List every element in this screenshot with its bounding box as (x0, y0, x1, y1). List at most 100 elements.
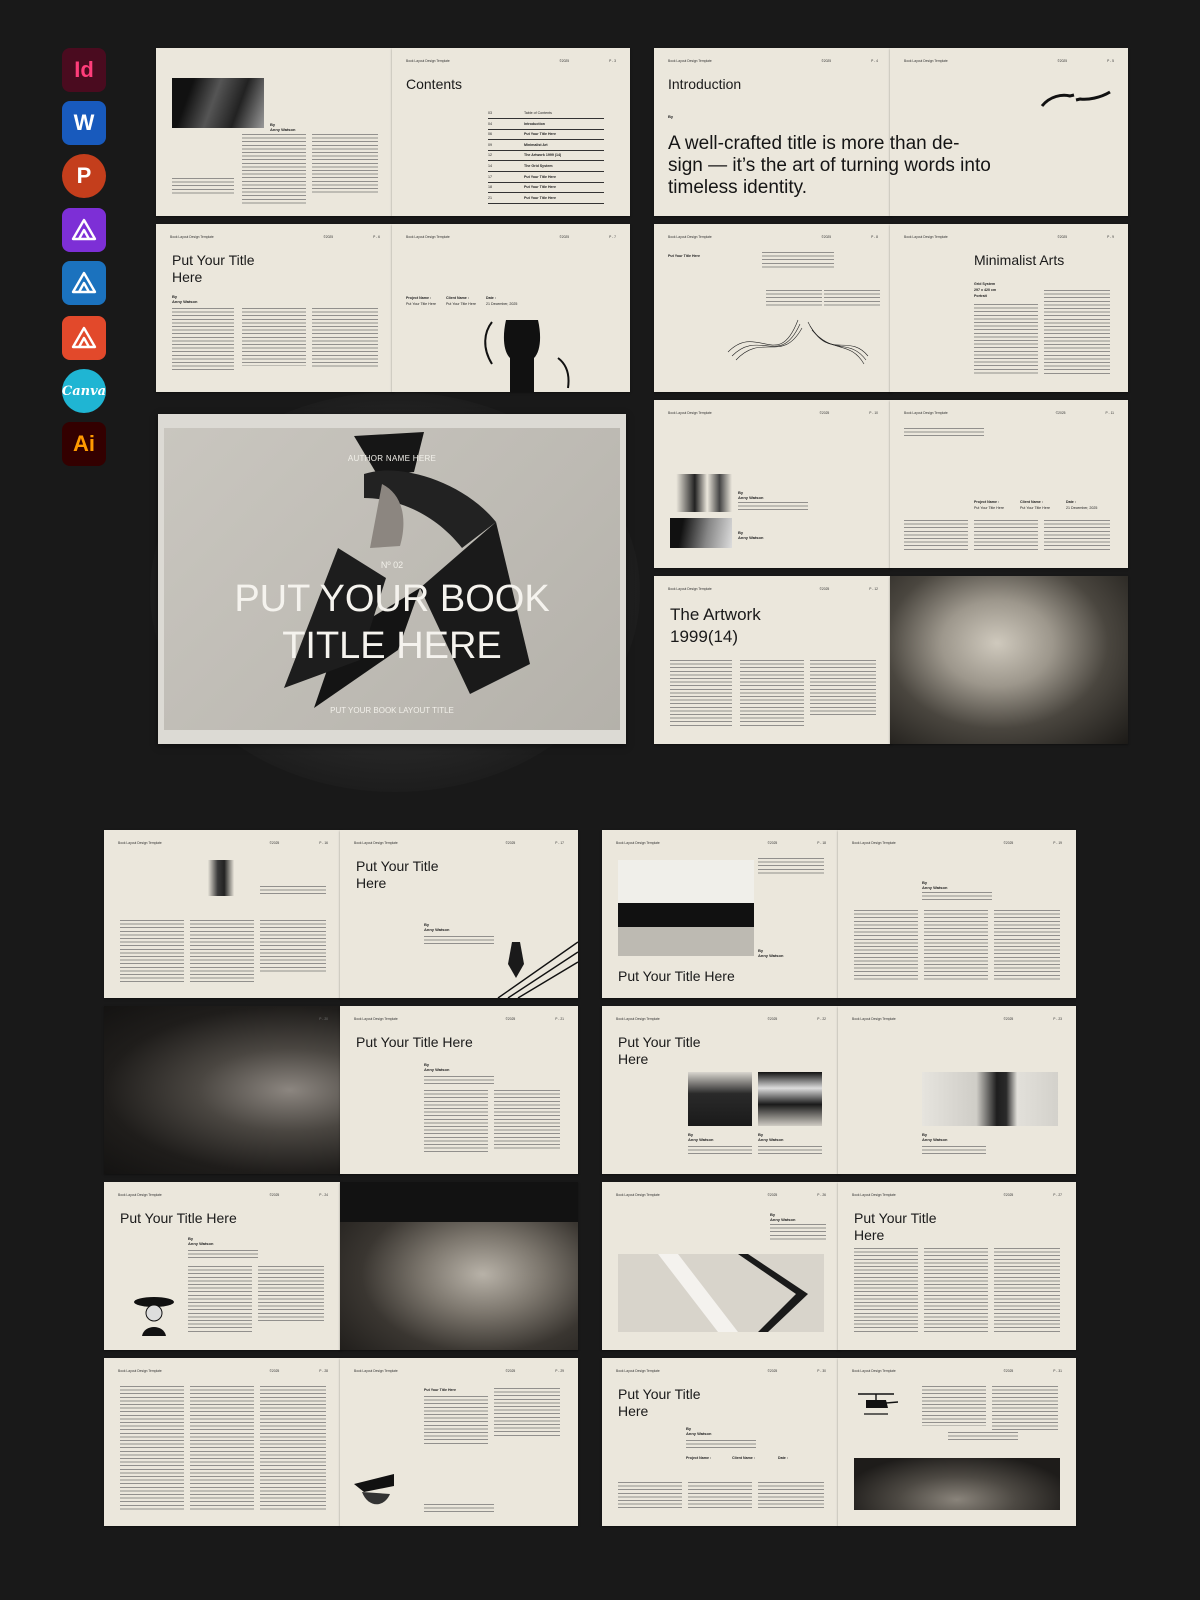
toc-entry-label: Put Your Title Here (524, 174, 556, 179)
body-text-col1 (854, 910, 918, 982)
year-label: ©2025 (1057, 59, 1068, 63)
template-label: Book Layout Design Template (118, 841, 162, 845)
body-text-col2 (494, 1090, 560, 1150)
page-19: Book Layout Design Template ©2025 P - 19 B… (838, 830, 1076, 998)
body-text-col2 (312, 134, 378, 194)
template-label: Book Layout Design Template (616, 1369, 660, 1373)
author-byline: By Anny Watson (424, 922, 450, 932)
page-11: Book Layout Design Template ©2025 P - 11 P… (890, 400, 1128, 568)
template-label: Book Layout Design Template (668, 587, 712, 591)
author-byline: By (668, 114, 674, 119)
fashion-photo (618, 860, 754, 956)
page-number: P - 12 (869, 587, 878, 591)
caption-text (922, 1146, 986, 1154)
author-byline: By Anny Watson (424, 1062, 450, 1072)
body-text-col1 (242, 134, 306, 206)
template-label: Book Layout Design Template (668, 235, 712, 239)
body-text-col3 (260, 920, 326, 974)
project-name-value: Put Your Title Here (974, 506, 1004, 510)
page-7: Book Layout Design Template ©2025 P - 7 Pr… (392, 224, 630, 392)
project-name-label: Project Name : (686, 1456, 712, 1460)
page-number: P - 24 (319, 1193, 328, 1197)
caption-text (758, 858, 824, 874)
contents-title: Contents (406, 76, 463, 92)
year-label: ©2025 (767, 841, 778, 845)
caption-text (188, 1250, 258, 1258)
toc-entry-label: Put Your Title Here (524, 185, 556, 190)
caption-text (948, 1432, 1018, 1440)
cover-subtitle: PUT YOUR BOOK LAYOUT TITLE (330, 706, 454, 715)
date-label: Date : (486, 296, 496, 300)
toc-row: 14 The Grid System (488, 161, 604, 172)
toc-row: 18 Put Your Title Here (488, 182, 604, 194)
page-number: P - 5 (1107, 59, 1114, 63)
caption-text-1 (738, 502, 808, 512)
affinity-publisher-icon (62, 208, 106, 252)
year-label: ©2025 (1003, 1193, 1014, 1197)
page-9: Book Layout Design Template ©2025 P - 9 Mi… (890, 224, 1128, 392)
body-text-col3 (810, 660, 876, 716)
body-text-col3 (1044, 520, 1110, 552)
word-icon: W (62, 101, 106, 145)
page-24: Book Layout Design Template ©2025 P - 24 P… (104, 1182, 342, 1350)
silhouette-hands-illustration (484, 320, 570, 392)
year-label: ©2025 (269, 841, 280, 845)
page-25-blonde-photo (340, 1182, 578, 1350)
abstract-paper-art (618, 1254, 824, 1332)
year-label: ©2025 (767, 1369, 778, 1373)
body-text-col1 (120, 920, 184, 984)
caption-text (922, 892, 992, 900)
author-byline: By Anny Watson (270, 122, 296, 132)
page-number: P - 23 (1053, 1017, 1062, 1021)
page-2: By Anny Watson (156, 48, 394, 216)
template-label: Book Layout Design Template (668, 59, 712, 63)
caption-text-2 (758, 1146, 822, 1154)
page-number: P - 10 (869, 411, 878, 415)
year-label: ©2025 (559, 59, 570, 63)
caption-text (260, 886, 326, 894)
cover-author-name: AUTHOR NAME HERE (347, 454, 437, 463)
year-label: ©2025 (505, 1369, 516, 1373)
author-byline: By Anny Watson (686, 1426, 712, 1436)
body-text-col2 (242, 308, 306, 366)
portrait-photo (172, 78, 264, 128)
section-title: Put Your Title Here (854, 1210, 937, 1243)
toc-row: 21 Put Your Title Here (488, 193, 604, 204)
toc-page-number: 04 (488, 121, 492, 126)
author-byline: By Anny Watson (172, 294, 198, 304)
section-title: Minimalist Arts (974, 252, 1065, 268)
toc-page-number: 18 (488, 185, 492, 190)
page-8: Book Layout Design Template ©2025 P - 8 Pu… (654, 224, 892, 392)
page-31: Book Layout Design Template ©2025 P - 31 (838, 1358, 1076, 1526)
client-name-label: Client Name : (1020, 500, 1043, 504)
page-number: P - 17 (555, 841, 564, 845)
year-label: ©2025 (1003, 1369, 1014, 1373)
template-label: Book Layout Design Template (118, 1193, 162, 1197)
body-text-col2 (974, 520, 1038, 552)
section-title: Put Your Title Here (668, 254, 700, 258)
year-label: ©2025 (819, 587, 830, 591)
toc-row: 06 Put Your Title Here (488, 129, 604, 141)
toc-page-number: 06 (488, 132, 492, 137)
cover-title: PUT YOUR BOOK TITLE HERE (234, 578, 550, 667)
body-text-col1 (974, 304, 1038, 376)
year-label: ©2025 (1055, 411, 1066, 415)
template-label: Book Layout Design Template (904, 59, 948, 63)
template-label: Book Layout Design Template (904, 235, 948, 239)
client-name-label: Client Name : (446, 296, 469, 300)
page-number: P - 22 (817, 1017, 826, 1021)
toc-row: 12 The Artwork 1999 (14) (488, 150, 604, 162)
section-title: Put Your Title Here (356, 1034, 473, 1050)
page-28: Book Layout Design Template ©2025 P - 28 (104, 1358, 342, 1526)
page-number: P - 31 (1053, 1369, 1062, 1373)
page-number: P - 29 (555, 1369, 564, 1373)
body-text-col1 (922, 1386, 986, 1426)
year-label: ©2025 (269, 1193, 280, 1197)
body-text-col2 (740, 660, 804, 726)
year-label: ©2025 (821, 235, 832, 239)
toc-page-number: 21 (488, 195, 492, 200)
client-name-value: Put Your Title Here (446, 302, 476, 306)
body-text-col1 (424, 1396, 488, 1444)
page-number: P - 20 (319, 1017, 328, 1021)
section-title: Put Your Title Here (618, 1034, 701, 1067)
